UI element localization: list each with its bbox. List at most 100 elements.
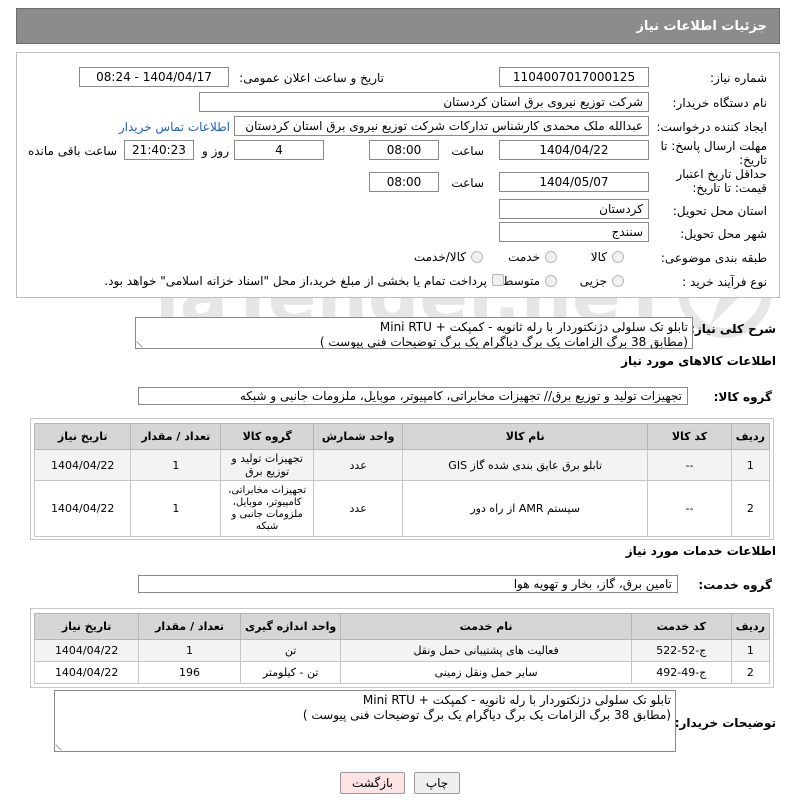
services-row-index: 1 [730,639,771,662]
days-label: روز و [202,144,229,158]
goods-row-date: 1404/04/22 [33,480,132,537]
buyer-notes-label: توضیحات خریدار: [674,716,776,730]
buyer-org-field: شرکت توزیع نیروی برق استان کردستان [199,92,649,112]
deadline-time-field: 08:00 [369,140,439,160]
goods-table-row: 2 -- سیستم AMR از راه دور عدد تجهیزات مخ… [33,480,771,537]
requester-field: عبدالله ملک محمدی کارشناس تدارکات شرکت ت… [234,116,649,136]
services-section-title: اطلاعات خدمات مورد نیاز [625,544,776,558]
services-col-row: ردیف [730,613,771,640]
back-button[interactable]: بازگشت [340,772,405,794]
services-row-qty: 196 [138,661,241,684]
days-field: 4 [234,140,324,160]
remaining-time-field: 21:40:23 [124,140,194,160]
summary-textarea[interactable]: تابلو تک سلولی دژنکتوردار با رله ثانویه … [135,317,693,349]
services-table: ردیف کد خدمت نام خدمت واحد اندازه گیری ت… [33,613,771,684]
page-title: جزئیات اطلاعات نیاز [636,19,767,34]
category-radio-goods[interactable] [612,251,624,263]
goods-row-qty: 1 [130,449,222,481]
goods-col-group: گروه کالا [220,423,315,450]
goods-row-code: -- [647,449,732,481]
need-info-panel: شماره نیاز: 1104007017000125 تاریخ و ساع… [16,52,780,298]
buyer-notes-line-2: (مطابق 38 برگ الزامات یک برگ دیاگرام یک … [302,708,671,722]
city-label: شهر محل تحویل: [680,227,767,241]
goods-col-date: تاریخ نیاز [33,423,132,450]
goods-row-index: 2 [730,480,771,537]
process-option-medium: متوسط [502,274,540,288]
summary-line-1: تابلو تک سلولی دژنکتوردار با رله ثانویه … [379,320,688,334]
goods-col-name: نام کالا [402,423,649,450]
min-price-time-label: ساعت [451,176,484,190]
goods-row-index: 1 [730,449,771,481]
services-row-name: فعالیت های پشتیبانی حمل ونقل [340,639,632,662]
goods-row-name: سیستم AMR از راه دور [402,480,649,537]
need-number-field: 1104007017000125 [499,67,649,87]
services-table-row: 2 ج-49-492 سایر حمل ونقل زمینی تن - کیلو… [33,661,771,684]
goods-col-code: کد کالا [647,423,732,450]
services-row-date: 1404/04/22 [33,639,140,662]
need-number-label: شماره نیاز: [710,71,767,85]
requester-label: ایجاد کننده درخواست: [656,120,767,134]
buyer-notes-line-1: تابلو تک سلولی دژنکتوردار با رله ثانویه … [362,693,671,707]
process-radio-minor[interactable] [612,275,624,287]
category-option-goods: کالا [590,250,607,264]
goods-col-unit: واحد شمارش [313,423,404,450]
min-price-date-field: 1404/05/07 [499,172,649,192]
city-field: سنندج [499,222,649,242]
treasury-payment-checkbox[interactable] [492,274,504,286]
services-row-code: ج-49-492 [630,661,732,684]
services-col-date: تاریخ نیاز [33,613,140,640]
print-button[interactable]: چاپ [414,772,460,794]
goods-row-unit: عدد [313,449,404,481]
services-row-unit: تن [239,639,342,662]
category-option-service: خدمت [508,250,540,264]
buyer-notes-textarea[interactable]: تابلو تک سلولی دژنکتوردار با رله ثانویه … [54,690,676,752]
goods-section-title: اطلاعات کالاهای مورد نیاز [621,354,776,368]
goods-row-date: 1404/04/22 [33,449,132,481]
min-price-time-field: 08:00 [369,172,439,192]
services-row-name: سایر حمل ونقل زمینی [340,661,632,684]
goods-table-row: 1 -- تابلو برق عایق بندی شده گاز GIS عدد… [33,449,771,481]
goods-col-qty: تعداد / مقدار [130,423,222,450]
goods-group-field: تجهیزات تولید و توزیع برق// تجهیزات مخاب… [138,387,688,405]
services-row-unit: تن - کیلومتر [239,661,342,684]
summary-label: شرح کلی نیاز: [690,322,776,336]
deadline-time-label: ساعت [451,144,484,158]
goods-row-unit: عدد [313,480,404,537]
category-radio-service[interactable] [545,251,557,263]
services-col-qty: تعداد / مقدار [138,613,241,640]
goods-col-row: ردیف [730,423,771,450]
buyer-org-label: نام دستگاه خریدار: [672,96,768,110]
goods-group-label: گروه کالا: [713,390,772,404]
goods-row-qty: 1 [130,480,222,537]
announce-label: تاریخ و ساعت اعلان عمومی: [239,71,384,85]
deadline-label: مهلت ارسال پاسخ: تا تاریخ: [660,139,767,167]
min-price-label: حداقل تاریخ اعتبار قیمت: تا تاریخ: [676,167,767,195]
page-header: جزئیات اطلاعات نیاز [16,8,780,44]
services-col-name: نام خدمت [340,613,632,640]
buyer-contact-link[interactable]: اطلاعات تماس خریدار [119,120,230,134]
goods-table: ردیف کد کالا نام کالا واحد شمارش گروه کا… [33,423,771,537]
remaining-label: ساعت باقی مانده [27,144,117,158]
category-label: طبقه بندی موضوعی: [660,251,767,265]
services-col-code: کد خدمت [630,613,732,640]
services-group-label: گروه خدمت: [698,578,772,592]
process-label: نوع فرآیند خرید : [682,275,767,289]
services-row-date: 1404/04/22 [33,661,140,684]
announce-datetime-field: 1404/04/17 - 08:24 [79,67,229,87]
province-field: کردستان [499,199,649,219]
process-radio-medium[interactable] [545,275,557,287]
services-row-index: 2 [730,661,771,684]
services-row-qty: 1 [138,639,241,662]
process-option-minor: جزیی [579,274,607,288]
goods-row-group: تجهیزات مخابراتی، کامپیوتر، موبایل، ملزو… [220,480,315,537]
resize-grip-icon[interactable] [55,739,67,751]
category-radio-goods-service[interactable] [471,251,483,263]
goods-row-name: تابلو برق عایق بندی شده گاز GIS [402,449,649,481]
goods-row-code: -- [647,480,732,537]
treasury-payment-note: پرداخت تمام یا بخشی از مبلغ خرید،از محل … [104,274,487,288]
province-label: استان محل تحویل: [672,204,767,218]
services-table-row: 1 ج-52-522 فعالیت های پشتیبانی حمل ونقل … [33,639,771,662]
goods-row-group: تجهیزات تولید و توزیع برق [220,449,315,481]
category-option-goods-service: کالا/خدمت [413,250,466,264]
services-group-field: تامین برق، گاز، بخار و تهویه هوا [138,575,678,593]
